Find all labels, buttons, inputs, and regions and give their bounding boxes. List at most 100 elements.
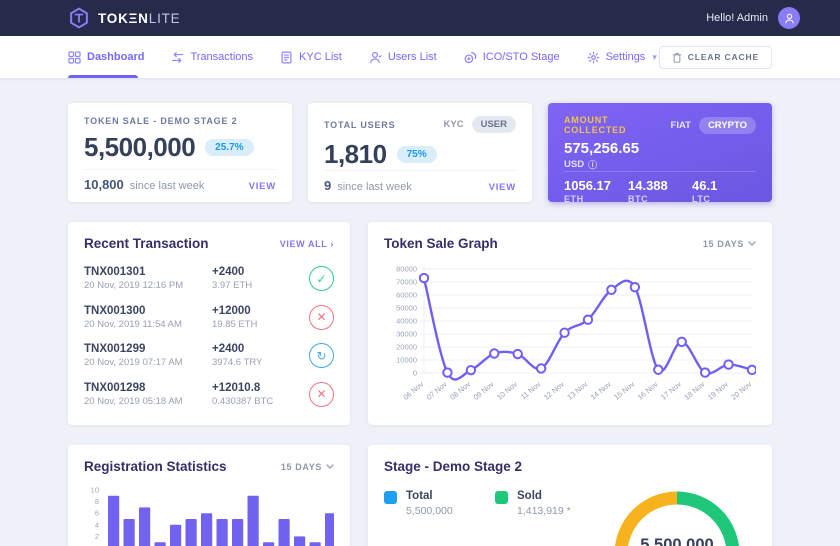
svg-text:16 Nov: 16 Nov xyxy=(636,379,660,401)
clear-cache-button[interactable]: CLEAR CACHE xyxy=(659,46,772,69)
svg-text:15 Nov: 15 Nov xyxy=(612,379,636,401)
svg-text:2: 2 xyxy=(95,532,99,541)
tab-ico-sto-stage[interactable]: ICO/STO Stage xyxy=(464,36,560,78)
registration-statistics-panel: Registration Statistics 15 DAYS 10 8 6 4 2 xyxy=(68,445,350,546)
tab-label: Dashboard xyxy=(87,51,144,63)
app-header: TOKΞNLITE Hello! Admin xyxy=(0,0,840,36)
toggle-fiat[interactable]: FIAT xyxy=(671,120,691,131)
tab-kyc-list[interactable]: KYC List xyxy=(280,36,342,78)
currency-label: USD xyxy=(564,159,584,170)
svg-text:20000: 20000 xyxy=(396,343,417,352)
tab-label: ICO/STO Stage xyxy=(483,51,560,63)
tx-crypto-amount: 3.97 ETH xyxy=(212,280,309,291)
tx-crypto-amount: 19.85 ETH xyxy=(212,319,309,330)
transaction-row[interactable]: TNX001299 20 Nov, 2019 07:17 AM +2400 39… xyxy=(84,336,334,375)
panel-title: Registration Statistics xyxy=(84,459,227,474)
tab-transactions[interactable]: Transactions xyxy=(171,36,253,78)
brand-name: TOKΞNLITE xyxy=(98,11,181,26)
crypto-amount-btc: 14.388 BTC xyxy=(628,178,692,204)
tx-amount: +12010.8 xyxy=(212,382,309,394)
panel-title: Stage - Demo Stage 2 xyxy=(384,459,522,474)
chevron-down-icon xyxy=(748,241,756,246)
status-success-icon[interactable]: ✓ xyxy=(309,266,334,291)
view-link[interactable]: VIEW xyxy=(489,182,516,193)
dashboard-content: TOKEN SALE - DEMO STAGE 2 5,500,000 25.7… xyxy=(68,78,772,546)
view-link[interactable]: VIEW xyxy=(249,181,276,192)
tx-date: 20 Nov, 2019 05:18 AM xyxy=(84,396,212,407)
toggle-user[interactable]: USER xyxy=(472,116,516,133)
dashboard-grid-icon xyxy=(68,51,81,64)
delta-value: 10,800 xyxy=(84,177,124,192)
status-pending-icon[interactable]: ↻ xyxy=(309,343,334,368)
transaction-row[interactable]: TNX001300 20 Nov, 2019 11:54 AM +12000 1… xyxy=(84,298,334,337)
token-sale-graph-panel: Token Sale Graph 15 DAYS 010000200003000… xyxy=(368,222,772,425)
donut-center-label: 5,500,000 TLE xyxy=(602,536,752,546)
svg-text:09 Nov: 09 Nov xyxy=(472,379,496,401)
tab-users-list[interactable]: Users List xyxy=(369,36,437,78)
svg-text:50000: 50000 xyxy=(396,304,417,313)
tab-dashboard[interactable]: Dashboard xyxy=(68,36,144,78)
recent-transactions-panel: Recent Transaction VIEW ALL › TNX001301 … xyxy=(68,222,350,425)
stage-panel: Stage - Demo Stage 2 Total 5,500,000 xyxy=(368,445,772,546)
svg-text:07 Nov: 07 Nov xyxy=(425,379,449,401)
toggle-kyc[interactable]: KYC xyxy=(444,119,464,130)
tx-id: TNX001301 xyxy=(84,266,212,278)
svg-text:10000: 10000 xyxy=(396,356,417,365)
transactions-arrows-icon xyxy=(171,51,184,64)
svg-text:06 Nov: 06 Nov xyxy=(401,379,425,401)
tx-crypto-amount: 3974.6 TRY xyxy=(212,357,309,368)
tab-settings[interactable]: Settings ▾ xyxy=(587,36,657,78)
tx-date: 20 Nov, 2019 11:54 AM xyxy=(84,319,212,330)
svg-text:13 Nov: 13 Nov xyxy=(565,379,589,401)
clear-cache-label: CLEAR CACHE xyxy=(688,52,759,62)
transaction-row[interactable]: TNX001301 20 Nov, 2019 12:16 PM +2400 3.… xyxy=(84,259,334,298)
user-avatar[interactable] xyxy=(778,7,800,29)
transaction-row[interactable]: TNX001298 20 Nov, 2019 05:18 AM +12010.8… xyxy=(84,375,334,414)
tx-crypto-amount: 0.430387 BTC xyxy=(212,396,309,407)
tokenlite-hexagon-icon xyxy=(68,7,90,29)
svg-text:70000: 70000 xyxy=(396,278,417,287)
stage-legend: Total 5,500,000 Sold 1,413,919 * xyxy=(384,490,592,546)
main-navbar: Dashboard Transactions KYC List xyxy=(0,36,840,78)
stage-donut-chart: 5,500,000 TLE xyxy=(602,484,752,546)
delta-caption: since last week xyxy=(337,181,412,193)
crypto-amount-eth: 1056.17 ETH xyxy=(564,178,628,204)
svg-text:11 Nov: 11 Nov xyxy=(519,379,543,401)
coins-icon xyxy=(464,51,477,64)
svg-text:4: 4 xyxy=(95,520,99,529)
tx-amount: +12000 xyxy=(212,305,309,317)
total-users-value: 1,810 xyxy=(324,139,387,170)
registration-bar-chart: 10 8 6 4 2 xyxy=(68,480,350,546)
token-sale-value: 5,500,000 xyxy=(84,132,195,163)
status-failed-icon[interactable]: ✕ xyxy=(309,382,334,407)
info-icon[interactable]: ⓘ xyxy=(588,158,597,171)
svg-text:30000: 30000 xyxy=(396,330,417,339)
amount-collected-card: AMOUNT COLLECTED FIAT CRYPTO 575,256.65 … xyxy=(548,103,772,202)
status-failed-icon[interactable]: ✕ xyxy=(309,305,334,330)
svg-text:10 Nov: 10 Nov xyxy=(495,379,519,401)
svg-text:17 Nov: 17 Nov xyxy=(659,379,683,401)
tab-label: KYC List xyxy=(299,51,342,63)
svg-text:10: 10 xyxy=(91,486,99,495)
total-users-percent-badge: 75% xyxy=(397,146,437,163)
brand-logo[interactable]: TOKΞNLITE xyxy=(68,7,181,29)
tx-date: 20 Nov, 2019 12:16 PM xyxy=(84,280,212,291)
range-dropdown[interactable]: 15 DAYS xyxy=(281,462,334,472)
svg-text:6: 6 xyxy=(95,509,99,518)
token-sale-card: TOKEN SALE - DEMO STAGE 2 5,500,000 25.7… xyxy=(68,103,292,202)
svg-text:8: 8 xyxy=(95,497,99,506)
view-all-link[interactable]: VIEW ALL › xyxy=(280,239,334,249)
trash-icon xyxy=(672,52,682,63)
delta-value: 9 xyxy=(324,178,331,193)
svg-text:40000: 40000 xyxy=(396,317,417,326)
svg-text:08 Nov: 08 Nov xyxy=(448,379,472,401)
crypto-amount-ltc: 46.1 LTC xyxy=(692,178,756,204)
range-dropdown[interactable]: 15 DAYS xyxy=(703,239,756,249)
token-sale-line-chart: 0100002000030000400005000060000700008000… xyxy=(368,257,772,416)
range-label: 15 DAYS xyxy=(281,462,322,472)
tx-id: TNX001298 xyxy=(84,382,212,394)
panel-title: Recent Transaction xyxy=(84,236,209,251)
range-label: 15 DAYS xyxy=(703,239,744,249)
gear-icon xyxy=(587,51,600,64)
toggle-crypto[interactable]: CRYPTO xyxy=(699,117,756,134)
